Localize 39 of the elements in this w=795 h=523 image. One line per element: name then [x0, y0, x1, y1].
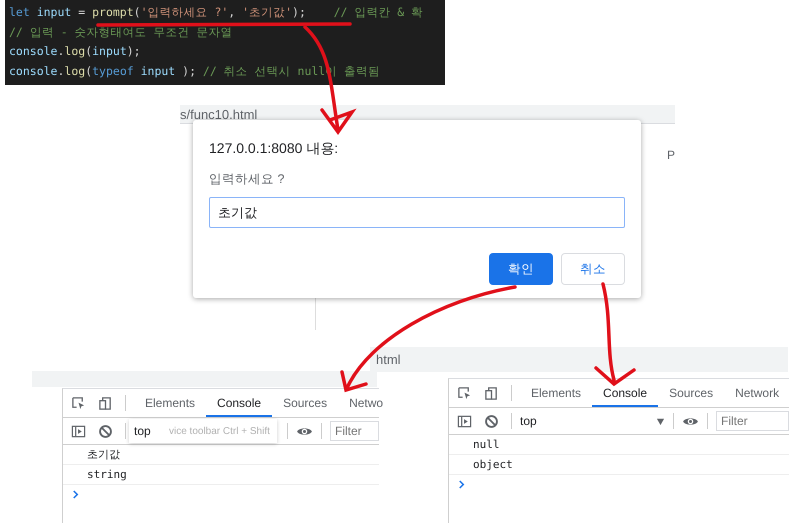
tooltip-text: vice toolbar Ctrl + Shift: [169, 426, 270, 436]
code-line: let input = prompt('입력하세요 ?', '초기값'); // 입력칸 & 확: [9, 4, 424, 21]
dialog-message: 입력하세요 ?: [209, 171, 286, 188]
devtools-tab[interactable]: Elements: [134, 389, 206, 417]
sidebar-icon[interactable]: [71, 424, 86, 438]
console-output: object: [449, 455, 789, 475]
confirm-button[interactable]: 확인: [489, 253, 553, 285]
device-icon[interactable]: [484, 386, 499, 400]
devtools-tab[interactable]: Sources: [272, 389, 338, 417]
devtools-tab[interactable]: Sources: [658, 379, 724, 407]
console-output: null: [449, 435, 789, 455]
clear-icon[interactable]: [98, 424, 113, 438]
filter-field[interactable]: Filter: [330, 421, 379, 441]
prompt-chevron-icon[interactable]: [72, 490, 79, 498]
sidebar-icon[interactable]: [457, 414, 472, 428]
console-output: 초기값: [63, 445, 379, 465]
filter-field[interactable]: Filter: [716, 411, 789, 431]
device-icon[interactable]: [98, 396, 113, 410]
address-text: s/func10.html: [180, 106, 258, 122]
code-line: // 입력 - 숫자형태여도 무조건 문자열: [9, 24, 232, 40]
devtools-tab[interactable]: Console: [592, 379, 658, 407]
inspect-icon[interactable]: [71, 396, 86, 410]
input-field[interactable]: 초기값: [209, 197, 625, 228]
code-line: console.log(input);: [9, 43, 141, 60]
dialog-title: 127.0.0.1:8080 내용:: [209, 140, 340, 158]
context-selector[interactable]: top: [520, 414, 537, 428]
prompt-chevron-icon[interactable]: [458, 480, 465, 488]
console-output: string: [63, 465, 379, 485]
devtools-tab[interactable]: Network: [724, 379, 790, 407]
inspect-icon[interactable]: [457, 386, 472, 400]
caret-icon[interactable]: [656, 416, 665, 426]
devtools-tab[interactable]: P: [666, 148, 675, 162]
clear-icon[interactable]: [484, 414, 499, 428]
devtools-tab[interactable]: Elements: [520, 379, 592, 407]
devtools-tab[interactable]: Netwo: [338, 389, 394, 417]
context-selector[interactable]: top: [134, 424, 151, 438]
address-text: html: [375, 352, 401, 367]
devtools-tab[interactable]: Console: [206, 389, 272, 417]
cancel-button[interactable]: 취소: [561, 253, 625, 285]
